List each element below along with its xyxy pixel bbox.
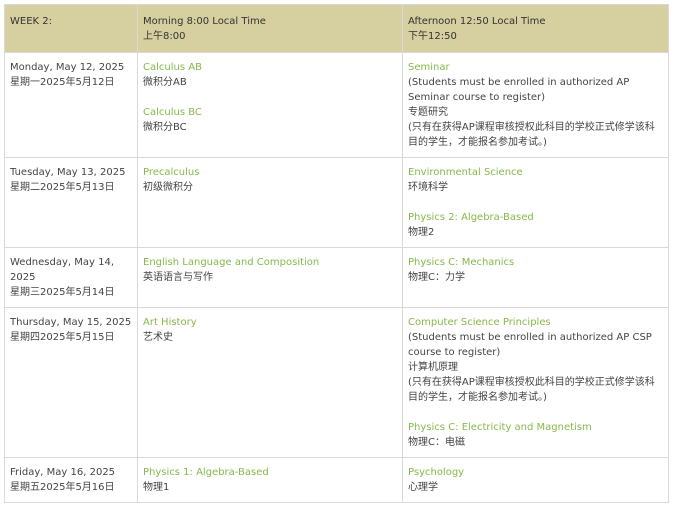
morning-header: Morning 8:00 Local Time 上午8:00 [137, 4, 403, 53]
exam-note-zh: (只有在获得AP课程审核授权此科目的学校正式修学该科目的学生，才能报名参加考试。… [408, 122, 655, 148]
exam-link[interactable]: Psychology [408, 465, 663, 480]
exam-link[interactable]: English Language and Composition [143, 255, 397, 270]
exam-note-en: (Students must be enrolled in authorized… [408, 77, 630, 103]
date-zh: 星期二2025年5月13日 [10, 182, 115, 193]
exam-note-en: (Students must be enrolled in authorized… [408, 332, 652, 358]
morning-cell: Calculus AB 微积分AB Calculus BC 微积分BC [137, 52, 403, 158]
exam-name-zh: 心理学 [408, 482, 438, 493]
exam-link[interactable]: Calculus AB [143, 60, 397, 75]
exam-name-zh: 微积分BC [143, 122, 187, 133]
exam-name-zh: 物理1 [143, 482, 170, 493]
table-row: Monday, May 12, 2025 星期一2025年5月12日 Calcu… [4, 52, 669, 158]
exam-link[interactable]: Art History [143, 315, 397, 330]
exam-link[interactable]: Computer Science Principles [408, 315, 663, 330]
date-zh: 星期一2025年5月12日 [10, 77, 115, 88]
morning-cell: English Language and Composition 英语语言与写作 [137, 247, 403, 308]
morning-time-zh: 上午8:00 [143, 31, 186, 42]
exam-name-zh: 计算机原理 [408, 362, 458, 373]
exam-name-zh: 艺术史 [143, 332, 173, 343]
table-row: Wednesday, May 14, 2025 星期三2025年5月14日 En… [4, 247, 669, 308]
exam-name-zh: 英语语言与写作 [143, 272, 213, 283]
afternoon-cell: Psychology 心理学 [402, 457, 669, 503]
morning-cell: Precalculus 初级微积分 [137, 157, 403, 248]
date-cell: Wednesday, May 14, 2025 星期三2025年5月14日 [4, 247, 138, 308]
afternoon-cell: Seminar (Students must be enrolled in au… [402, 52, 669, 158]
exam-name-zh: 物理C：电磁 [408, 437, 465, 448]
afternoon-cell: Computer Science Principles (Students mu… [402, 307, 669, 458]
table-row: Friday, May 16, 2025 星期五2025年5月16日 Physi… [4, 457, 669, 503]
exam-name-zh: 物理2 [408, 227, 435, 238]
date-cell: Friday, May 16, 2025 星期五2025年5月16日 [4, 457, 138, 503]
exam-link[interactable]: Seminar [408, 60, 663, 75]
table-row: Thursday, May 15, 2025 星期四2025年5月15日 Art… [4, 307, 669, 458]
header-row: WEEK 2: Morning 8:00 Local Time 上午8:00 A… [4, 4, 669, 53]
exam-link[interactable]: Precalculus [143, 165, 397, 180]
exam-name-zh: 微积分AB [143, 77, 187, 88]
week-header: WEEK 2: [4, 4, 138, 53]
date-zh: 星期三2025年5月14日 [10, 287, 115, 298]
date-en: Wednesday, May 14, 2025 [10, 257, 115, 283]
morning-time-en: Morning 8:00 Local Time [143, 16, 266, 27]
date-en: Tuesday, May 13, 2025 [10, 167, 126, 178]
afternoon-header: Afternoon 12:50 Local Time 下午12:50 [402, 4, 669, 53]
date-en: Friday, May 16, 2025 [10, 467, 116, 478]
date-en: Monday, May 12, 2025 [10, 62, 125, 73]
date-zh: 星期四2025年5月15日 [10, 332, 115, 343]
morning-cell: Physics 1: Algebra-Based 物理1 [137, 457, 403, 503]
exam-link[interactable]: Physics C: Electricity and Magnetism [408, 420, 663, 435]
exam-link[interactable]: Physics 2: Algebra-Based [408, 210, 663, 225]
exam-link[interactable]: Physics 1: Algebra-Based [143, 465, 397, 480]
date-zh: 星期五2025年5月16日 [10, 482, 115, 493]
date-en: Thursday, May 15, 2025 [10, 317, 132, 328]
date-cell: Tuesday, May 13, 2025 星期二2025年5月13日 [4, 157, 138, 248]
exam-link[interactable]: Environmental Science [408, 165, 663, 180]
morning-cell: Art History 艺术史 [137, 307, 403, 458]
afternoon-time-zh: 下午12:50 [408, 31, 457, 42]
date-cell: Thursday, May 15, 2025 星期四2025年5月15日 [4, 307, 138, 458]
afternoon-cell: Environmental Science 环境科学 Physics 2: Al… [402, 157, 669, 248]
exam-name-zh: 环境科学 [408, 182, 448, 193]
exam-link[interactable]: Calculus BC [143, 105, 397, 120]
week-label: WEEK 2: [10, 16, 52, 27]
exam-link[interactable]: Physics C: Mechanics [408, 255, 663, 270]
exam-note-zh: (只有在获得AP课程审核授权此科目的学校正式修学该科目的学生，才能报名参加考试。… [408, 377, 655, 403]
exam-name-zh: 初级微积分 [143, 182, 193, 193]
exam-name-zh: 专题研究 [408, 107, 448, 118]
date-cell: Monday, May 12, 2025 星期一2025年5月12日 [4, 52, 138, 158]
table-row: Tuesday, May 13, 2025 星期二2025年5月13日 Prec… [4, 157, 669, 248]
afternoon-time-en: Afternoon 12:50 Local Time [408, 16, 546, 27]
exam-name-zh: 物理C：力学 [408, 272, 465, 283]
exam-schedule-table: WEEK 2: Morning 8:00 Local Time 上午8:00 A… [4, 4, 669, 503]
afternoon-cell: Physics C: Mechanics 物理C：力学 [402, 247, 669, 308]
